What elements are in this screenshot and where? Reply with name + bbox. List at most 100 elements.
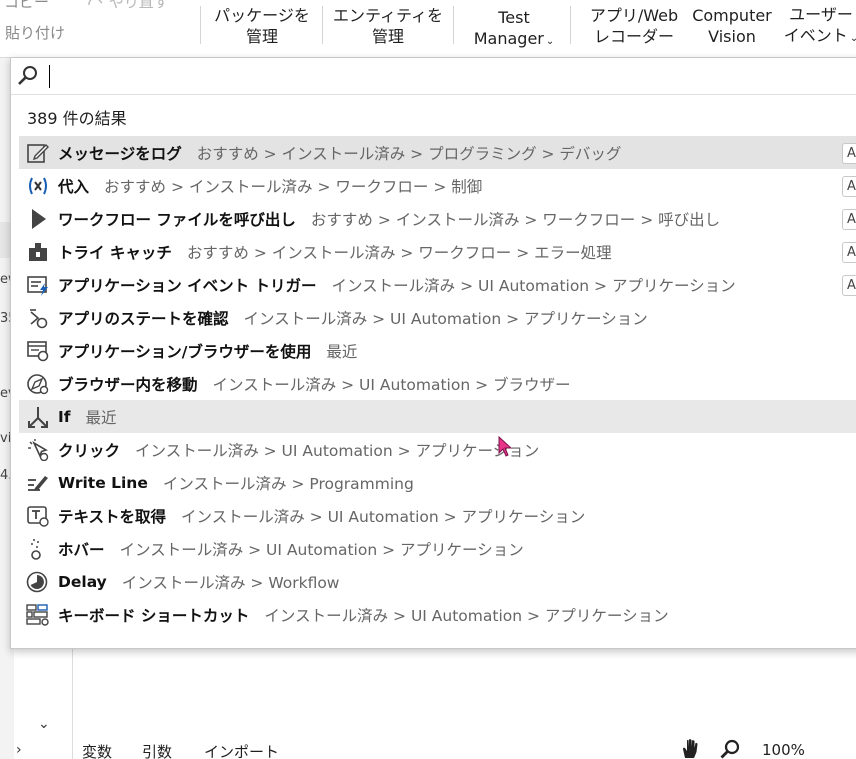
delay-icon [25, 569, 51, 595]
item-path: おすすめ > インストール済み > プログラミング > デバッグ [196, 144, 622, 163]
log-message-icon [25, 140, 51, 166]
list-item[interactable]: メッセージをログ おすすめ > インストール済み > プログラミング > デバッ… [19, 136, 856, 169]
hand-pan-icon[interactable] [680, 738, 702, 759]
manage-entities-line1: エンティティを [332, 6, 444, 25]
list-item[interactable]: Write Line インストール済み > Programming [19, 466, 856, 499]
item-tag: A [842, 209, 856, 230]
redo-button[interactable]: やり直す [86, 0, 169, 12]
item-tag: A [842, 242, 856, 263]
paste-button-label[interactable]: 貼り付け [5, 22, 65, 43]
list-item[interactable]: アプリケーション イベント トリガー インストール済み > UI Automat… [19, 268, 856, 301]
manage-packages-button[interactable]: パッケージを 管理 [212, 0, 312, 52]
list-item[interactable]: トライ キャッチ おすすめ > インストール済み > ワークフロー > エラー処… [19, 235, 856, 268]
app-web-recorder-line2: レコーダー [593, 27, 674, 46]
test-manager-line1: Test [498, 7, 530, 27]
check-app-state-icon [25, 305, 51, 331]
clipboard-group: コピー やり直す 貼り付け [0, 0, 200, 58]
item-path: インストール済み > UI Automation > アプリケーション [331, 276, 736, 295]
search-icon [18, 66, 37, 85]
list-item[interactable]: ホバー インストール済み > UI Automation > アプリケーション [19, 532, 856, 565]
item-name: ブラウザー内を移動 [58, 375, 198, 394]
try-catch-icon [25, 239, 51, 265]
item-name: アプリケーション/ブラウザーを使用 [58, 342, 312, 361]
list-item[interactable]: 代入 おすすめ > インストール済み > ワークフロー > 制御 A [19, 169, 856, 202]
user-events-button[interactable]: ユーザー イベント ⌄ [783, 0, 856, 52]
item-path: 最近 [326, 342, 358, 361]
ribbon-separator [322, 6, 323, 44]
list-item[interactable]: アプリのステートを確認 インストール済み > UI Automation > ア… [19, 301, 856, 334]
results-list: メッセージをログ おすすめ > インストール済み > プログラミング > デバッ… [19, 136, 856, 631]
item-path: インストール済み > Workflow [121, 573, 340, 592]
item-name: ホバー [58, 540, 105, 559]
list-item[interactable]: クリック インストール済み > UI Automation > アプリケーション [19, 433, 856, 466]
tab-variables[interactable]: 変数 [82, 741, 112, 759]
item-name: If [58, 407, 71, 426]
item-name: 代入 [58, 177, 90, 196]
write-line-icon [25, 470, 51, 496]
chevron-right-icon[interactable]: › [16, 742, 22, 758]
search-bar [11, 58, 856, 95]
navigate-browser-icon [25, 371, 51, 397]
item-name: Write Line [58, 473, 148, 492]
item-path: インストール済み > UI Automation > アプリケーション [119, 540, 524, 559]
item-path: インストール済み > UI Automation > アプリケーション [135, 441, 540, 460]
computer-vision-line1: Computer [692, 6, 772, 25]
copy-button-label[interactable]: コピー [4, 0, 49, 12]
item-name: トライ キャッチ [58, 243, 172, 262]
list-item[interactable]: Delay インストール済み > Workflow [19, 565, 856, 598]
activity-search-input[interactable] [45, 62, 825, 90]
list-item[interactable]: ワークフロー ファイルを呼び出し おすすめ > インストール済み > ワークフロ… [19, 202, 856, 235]
test-manager-line2-wrap: Manager ⌄ [474, 28, 555, 52]
list-item[interactable]: アプリケーション/ブラウザーを使用 最近 [19, 334, 856, 367]
tab-imports[interactable]: インポート [204, 741, 279, 759]
ribbon-separator [200, 6, 201, 44]
manage-entities-button[interactable]: エンティティを 管理 [330, 0, 446, 52]
zoom-icon[interactable] [720, 739, 740, 759]
chevron-down-icon: ⌄ [545, 35, 555, 47]
item-name: キーボード ショートカット [58, 606, 250, 625]
app-web-recorder-line1: アプリ/Web [589, 6, 679, 25]
list-item[interactable]: ブラウザー内を移動 インストール済み > UI Automation > ブラウ… [19, 367, 856, 400]
item-path: おすすめ > インストール済み > ワークフロー > 制御 [104, 177, 483, 196]
test-manager-button[interactable]: Test Manager ⌄ [468, 3, 560, 55]
text-caret [49, 65, 50, 88]
chevron-down-icon: ⌄ [849, 32, 856, 44]
item-name: アプリのステートを確認 [58, 309, 229, 328]
mouse-pointer-icon [498, 436, 513, 457]
manage-packages-line1: パッケージを [214, 6, 310, 25]
designer-bottom-bar: 変数 引数 インポート 100% [74, 738, 856, 759]
app-event-trigger-icon [25, 272, 51, 298]
item-name: テキストを取得 [58, 507, 167, 526]
assign-icon [25, 173, 51, 199]
list-item[interactable]: キーボード ショートカット インストール済み > UI Automation >… [19, 598, 856, 631]
if-icon [25, 404, 51, 430]
ribbon: コピー やり直す 貼り付け パッケージを 管理 エンティティを 管理 Test … [0, 0, 856, 58]
redo-label: やり直す [108, 0, 169, 11]
zoom-level[interactable]: 100% [762, 741, 805, 759]
item-name: アプリケーション イベント トリガー [58, 276, 317, 295]
tab-arguments[interactable]: 引数 [142, 741, 172, 759]
item-name: ワークフロー ファイルを呼び出し [58, 210, 296, 229]
hover-icon [25, 536, 51, 562]
item-tag: A [842, 176, 856, 197]
user-events-line2: イベント [783, 25, 848, 45]
get-text-icon [25, 503, 51, 529]
item-tag: A [842, 143, 856, 164]
ribbon-separator [453, 6, 454, 44]
chevron-down-icon[interactable]: ⌄ [38, 716, 50, 732]
item-name: Delay [58, 572, 107, 591]
invoke-workflow-icon [25, 206, 51, 232]
item-path: インストール済み > UI Automation > アプリケーション [243, 309, 648, 328]
app-web-recorder-button[interactable]: アプリ/Web レコーダー [586, 0, 682, 52]
item-path: インストール済み > UI Automation > アプリケーション [264, 606, 669, 625]
manage-packages-line2: 管理 [245, 27, 278, 46]
item-path: インストール済み > Programming [162, 474, 414, 493]
activity-search-dropdown: 389 件の結果 メッセージをログ おすすめ > インストール済み > プログラ… [10, 57, 856, 649]
test-manager-line2: Manager [473, 28, 544, 48]
panel-divider [72, 645, 73, 759]
item-name: クリック [58, 441, 121, 460]
list-item[interactable]: If 最近 [19, 400, 856, 433]
item-path: おすすめ > インストール済み > ワークフロー > エラー処理 [186, 243, 612, 262]
list-item[interactable]: テキストを取得 インストール済み > UI Automation > アプリケー… [19, 499, 856, 532]
computer-vision-button[interactable]: Computer Vision [686, 0, 778, 52]
